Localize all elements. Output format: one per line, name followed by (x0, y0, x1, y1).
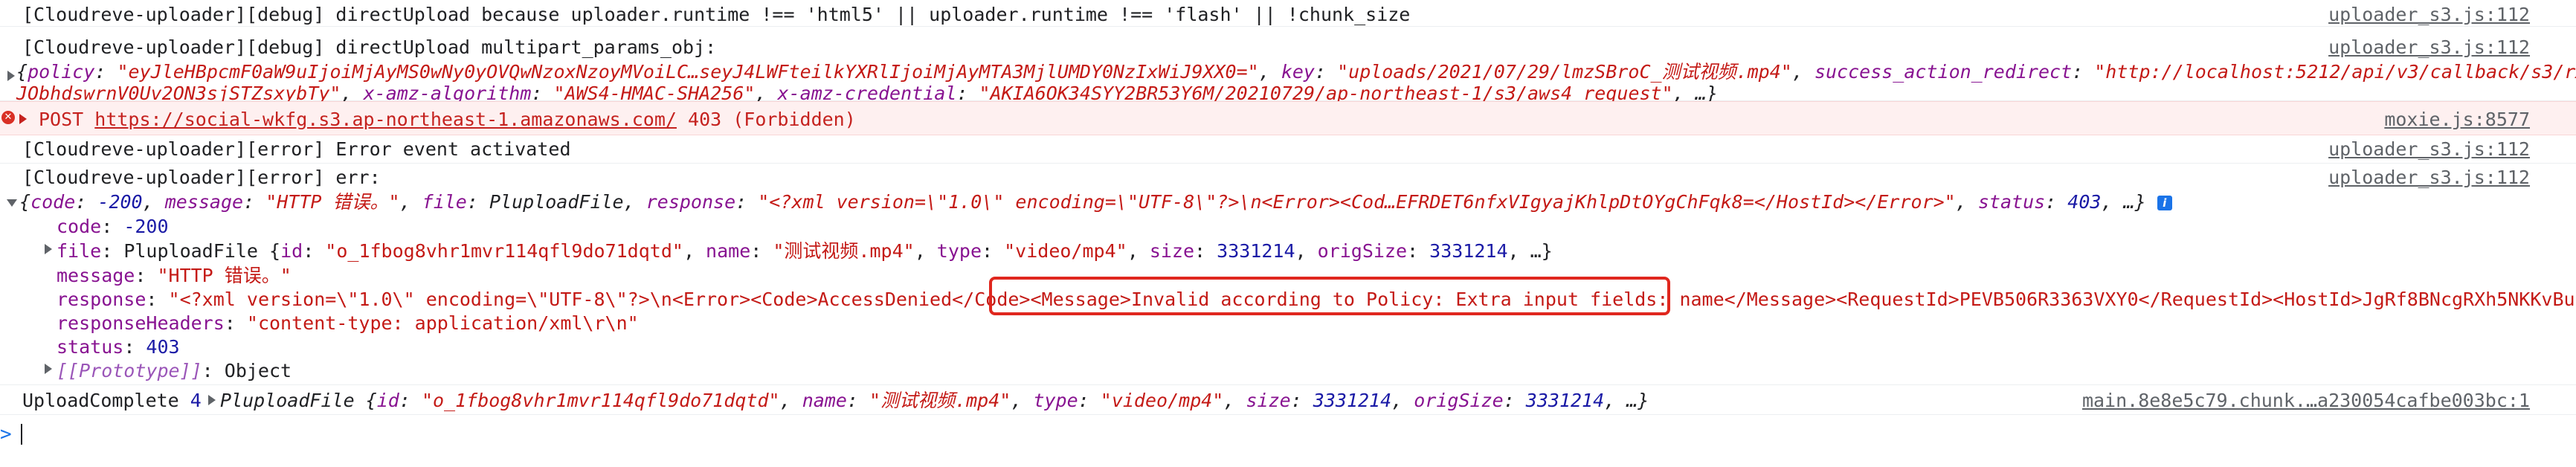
expand-triangle-icon[interactable] (45, 244, 52, 254)
info-icon[interactable]: i (2157, 196, 2172, 210)
source-link[interactable]: uploader_s3.js:112 (2328, 165, 2530, 190)
devtools-console: [Cloudreve-uploader][debug] directUpload… (0, 0, 2576, 467)
expand-triangle-icon[interactable] (208, 395, 216, 405)
source-link[interactable]: uploader_s3.js:112 (2328, 137, 2530, 161)
log-message: [Cloudreve-uploader][error] err: (22, 167, 381, 188)
console-input-caret[interactable] (21, 424, 22, 445)
prop-prototype[interactable]: [[Prototype]]: Object (57, 358, 292, 383)
source-link[interactable]: uploader_s3.js:112 (2328, 35, 2530, 59)
log-entry-debug-1: [Cloudreve-uploader][debug] directUpload… (0, 0, 2576, 27)
log-message: [Cloudreve-uploader][error] Error event … (22, 138, 571, 160)
expand-triangle-icon[interactable] (19, 114, 27, 124)
annotation-highlight-box (989, 277, 1670, 315)
log-entry-debug-2: [Cloudreve-uploader][debug] directUpload… (0, 27, 2576, 104)
err-object-summary[interactable]: {code: -200, message: "HTTP 错误。", file: … (19, 190, 2172, 214)
log-entry-error-2: [Cloudreve-uploader][error] err: uploade… (0, 164, 2576, 385)
network-error-message: POST https://social-wkfg.s3.ap-northeast… (39, 109, 856, 130)
source-link[interactable]: uploader_s3.js:112 (2328, 2, 2530, 27)
collapse-triangle-icon[interactable] (7, 199, 17, 207)
log-entry-upload-complete: UploadComplete 4 PluploadFile {id: "o_1f… (0, 385, 2576, 415)
log-message: [Cloudreve-uploader][debug] directUpload… (22, 4, 1411, 25)
upload-complete-object[interactable]: PluploadFile {id: "o_1fbog8vhr1mvr114qfl… (220, 388, 1649, 413)
upload-complete-message: UploadComplete 4 (22, 390, 202, 411)
source-link[interactable]: moxie.js:8577 (2384, 107, 2530, 132)
chevron-right-icon: > (0, 423, 12, 445)
prop-response-headers: responseHeaders: "content-type: applicat… (57, 312, 639, 334)
prop-code: code: -200 (57, 216, 169, 237)
prop-message: message: "HTTP 错误。" (57, 265, 292, 286)
request-url-link[interactable]: https://social-wkfg.s3.ap-northeast-1.am… (94, 109, 677, 130)
expand-triangle-icon[interactable] (7, 71, 15, 81)
network-error-entry: ✕ POST https://social-wkfg.s3.ap-northea… (0, 101, 2576, 135)
prop-status: status: 403 (57, 336, 180, 358)
error-x-icon: ✕ (1, 111, 15, 124)
log-entry-error-1: [Cloudreve-uploader][error] Error event … (0, 135, 2576, 164)
expand-triangle-icon[interactable] (45, 364, 52, 374)
prop-file[interactable]: file: PluploadFile {id: "o_1fbog8vhr1mvr… (57, 239, 1553, 263)
log-message: [Cloudreve-uploader][debug] directUpload… (22, 36, 717, 58)
source-link[interactable]: main.8e8e5c79.chunk.…a230054cafbe003bc:1 (2082, 388, 2530, 413)
